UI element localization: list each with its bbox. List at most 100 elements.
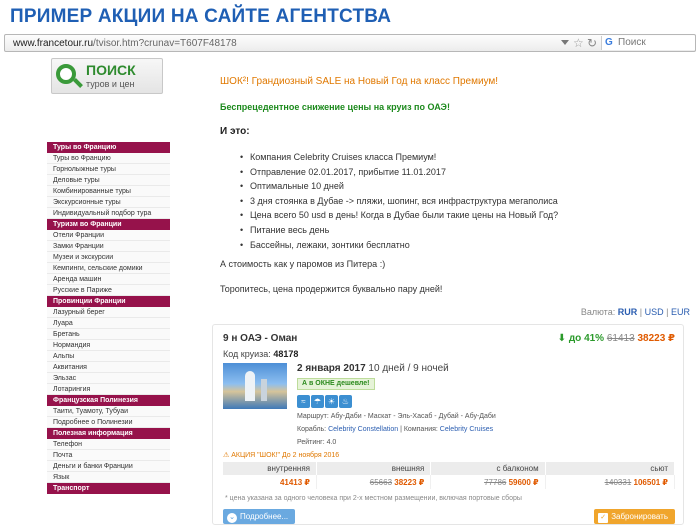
tower-shape [261, 379, 267, 401]
price-note: * цена указана за одного человека при 2-… [225, 495, 522, 502]
company-link[interactable]: Celebrity Cruises [440, 426, 493, 433]
chevron-down-icon: ⌄ [227, 513, 237, 523]
sidebar-item[interactable]: Телефон [47, 439, 170, 450]
logo-title: ПОИСК [86, 62, 136, 78]
cruise-price: ⬇ до 41% 61413 38223 ₽ [558, 333, 675, 344]
slide-title: ПРИМЕР АКЦИИ НА САЙТЕ АГЕНТСТВА [10, 6, 392, 27]
currency-usd[interactable]: USD [645, 307, 664, 317]
sidebar-item[interactable]: Язык [47, 472, 170, 483]
sidebar-item[interactable]: Лотарингия [47, 384, 170, 395]
promo-subheadline: Беспрецедентное снижение цены на круиз п… [220, 102, 450, 112]
sidebar-item[interactable]: Нормандия [47, 340, 170, 351]
currency-label: Валюта: [580, 307, 616, 317]
currency-eur[interactable]: EUR [671, 307, 690, 317]
url-text[interactable]: www.francetour.ru/tvisor.htm?crunav=T607… [13, 38, 237, 49]
cabin-old-price: 77786 [484, 477, 507, 487]
cabin-type-header: с балконом [430, 462, 546, 475]
sidebar: ПОИСК туров и цен Туры во Францию Туры во… [13, 54, 170, 525]
search-placeholder: Поиск [618, 37, 646, 48]
sidebar-section-header[interactable]: Туры во Францию [47, 142, 170, 153]
sidebar-item[interactable]: Эльзас [47, 373, 170, 384]
sidebar-item[interactable]: Горнолыжные туры [47, 164, 170, 175]
promo-headline: ШОК²! Грандиозный SALE на Новый Год на к… [220, 76, 499, 87]
sidebar-item[interactable]: Индивидуальный подбор тура [47, 208, 170, 219]
promo-bullet: Цена всего 50 usd в день! Когда в Дубае … [240, 208, 558, 223]
cruise-photo[interactable] [223, 363, 287, 409]
promo-bullet: Оптимальные 10 дней [240, 179, 558, 194]
drink-icon: ♨ [339, 395, 352, 408]
sidebar-item[interactable]: Почта [47, 450, 170, 461]
promo-bullet: 3 дня стоянка в Дубае -> пляжи, шопинг, … [240, 194, 558, 209]
sidebar-item[interactable]: Аквитания [47, 362, 170, 373]
sidebar-item[interactable]: Деньги и банки Франции [47, 461, 170, 472]
cabin-price-cell: 41413 ₽ [223, 475, 317, 489]
sidebar-item[interactable]: Аренда машин [47, 274, 170, 285]
promo-bullet: Компания Celebrity Cruises класса Премиу… [240, 150, 558, 165]
sidebar-item[interactable]: Деловые туры [47, 175, 170, 186]
sidebar-item[interactable]: Русские в Париже [47, 285, 170, 296]
sidebar-section-header[interactable]: Провинции Франции [47, 296, 170, 307]
sidebar-section-header[interactable]: Транспорт [47, 483, 170, 494]
currency-rur[interactable]: RUR [618, 307, 638, 317]
sidebar-item[interactable]: Кемпинги, сельские домики [47, 263, 170, 274]
old-price: 61413 [606, 333, 635, 344]
sun-icon: ☀ [325, 395, 338, 408]
pool-icon: ≈ [297, 395, 310, 408]
currency-separator: | [639, 307, 643, 317]
promo-bullets: Компания Celebrity Cruises класса Премиу… [240, 150, 558, 252]
sidebar-item[interactable]: Экскурсионные туры [47, 197, 170, 208]
cabin-old-price: 140331 [604, 477, 632, 487]
ship-link[interactable]: Celebrity Constellation [328, 426, 398, 433]
okno-cheaper-badge[interactable]: А в ОКНЕ дешевле! [297, 378, 375, 390]
search-input[interactable]: G Поиск [601, 36, 695, 50]
currency-switcher: Валюта: RUR | USD | EUR [581, 307, 690, 317]
and-this-label: И это: [220, 126, 250, 137]
reload-icon[interactable]: ↻ [587, 36, 597, 50]
search-tours-logo[interactable]: ПОИСК туров и цен [51, 58, 163, 94]
cruise-title[interactable]: 9 н ОАЭ - Оман [223, 333, 297, 344]
sidebar-item[interactable]: Комбинированные туры [47, 186, 170, 197]
book-button[interactable]: ✓ Забронировать [594, 509, 675, 524]
more-details-button[interactable]: ⌄ Подробнее... [223, 509, 296, 524]
sidebar-item[interactable]: Подробнее о Полинезии [47, 417, 170, 428]
promo-bullet: Бассейны, лежаки, зонтики бесплатно [240, 238, 558, 253]
cruise-card: 9 н ОАЭ - Оман Код круиза: 48178 ⬇ до 41… [212, 324, 684, 525]
sidebar-section-header[interactable]: Французская Полинезия [47, 395, 170, 406]
sidebar-item[interactable]: Туры во Францию [47, 153, 170, 164]
sidebar-menu: Туры во Францию Туры во Францию Горнолыжны… [47, 142, 170, 494]
url-dropdown-icon[interactable] [561, 40, 569, 45]
sidebar-item[interactable]: Музеи и экскурсии [47, 252, 170, 263]
website: ПОИСК туров и цен Туры во Францию Туры во… [12, 54, 696, 525]
cabin-new-price: 106501 ₽ [633, 477, 668, 487]
beach-icon: ☂ [311, 395, 324, 408]
cabin-type-header: сьют [545, 462, 676, 475]
sidebar-item[interactable]: Таити, Туамоту, Тубуаи [47, 406, 170, 417]
cruise-route: Маршрут: Абу-Даби - Маскат - Эль-Хасаб -… [297, 413, 496, 420]
promo-bullet: Питание весь день [240, 223, 558, 238]
promo-paragraph-2: Торопитесь, цена продержится буквально п… [220, 284, 443, 294]
sidebar-item[interactable]: Альпы [47, 351, 170, 362]
logo-subtitle: туров и цен [86, 79, 135, 89]
cabin-type-header: внутренняя [223, 462, 317, 475]
price-down-icon: ⬇ [557, 333, 567, 344]
sidebar-section-header[interactable]: Полезная информация [47, 428, 170, 439]
sidebar-section-header[interactable]: Туризм во Франции [47, 219, 170, 230]
magnifier-handle-icon [73, 78, 83, 88]
sidebar-item[interactable]: Замки Франции [47, 241, 170, 252]
sidebar-item[interactable]: Отели Франции [47, 230, 170, 241]
sidebar-item[interactable]: Луара [47, 318, 170, 329]
cabin-new-price: 41413 ₽ [279, 477, 310, 487]
cabin-type-header: внешняя [316, 462, 432, 475]
cabin-new-price: 38223 ₽ [394, 477, 425, 487]
search-engine-icon: G [605, 37, 613, 48]
bookmark-star-icon[interactable]: ☆ [573, 36, 584, 50]
cabin-price-cell: 65663 38223 ₽ [316, 475, 432, 489]
sidebar-item[interactable]: Бретань [47, 329, 170, 340]
address-bar[interactable]: www.francetour.ru/tvisor.htm?crunav=T607… [4, 34, 696, 52]
sidebar-item[interactable]: Лазурный берег [47, 307, 170, 318]
promo-deadline: ⚠ АКЦИЯ "ШОК!" До 2 ноября 2016 [223, 452, 340, 459]
ship-company-line: Корабль: Celebrity Constellation | Компа… [297, 426, 494, 433]
cabin-price-cell: 77786 59600 ₽ [430, 475, 546, 489]
new-price: 38223 ₽ [637, 333, 675, 344]
burj-al-arab-shape [245, 371, 255, 401]
